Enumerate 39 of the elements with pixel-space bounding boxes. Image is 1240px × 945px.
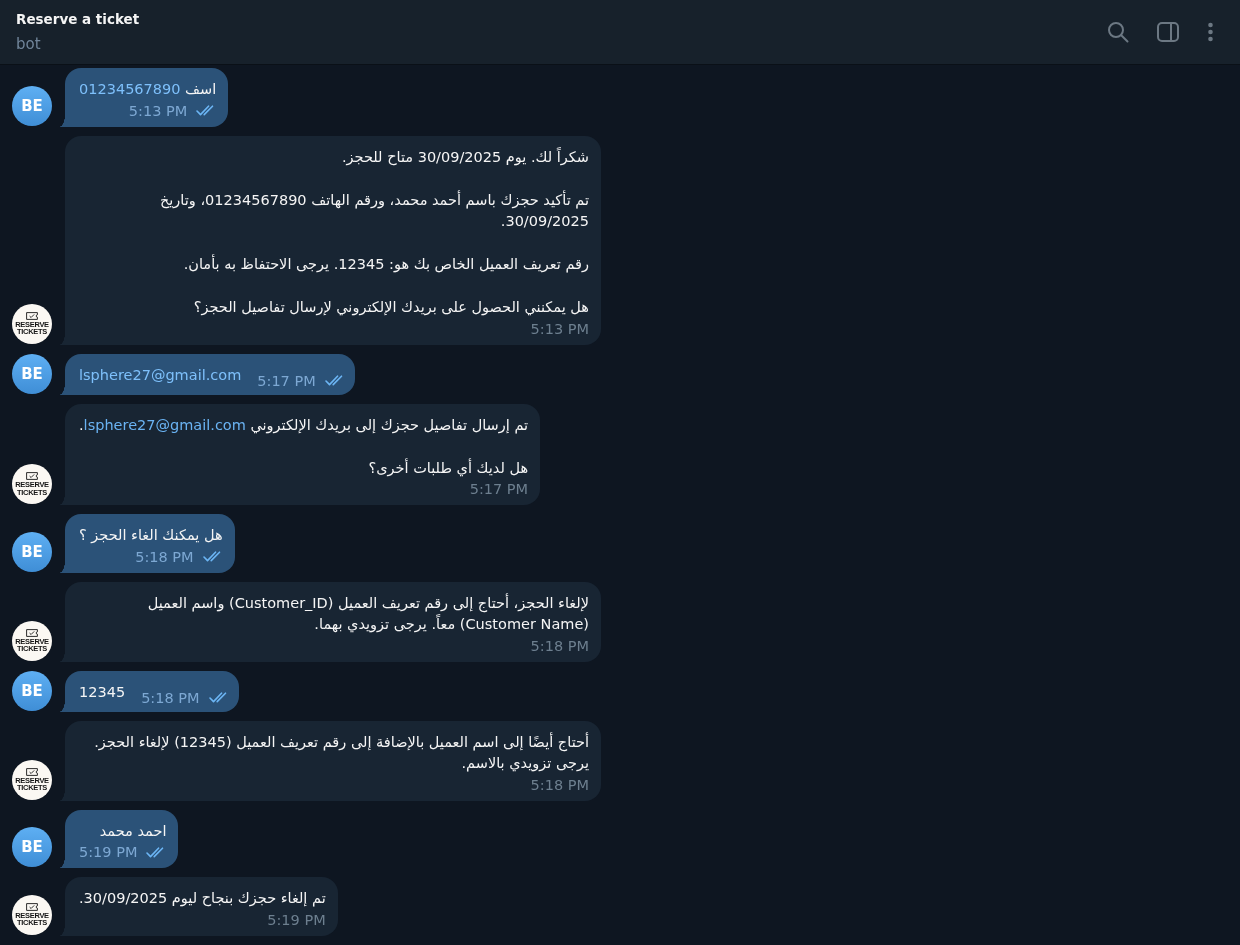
message-text: هل لديك أي طلبات أخرى؟ xyxy=(367,457,529,479)
message-link[interactable]: lsphere27@gmail.com xyxy=(79,367,242,383)
message-text: هل يمكنك الغاء الحجز ؟ xyxy=(79,526,223,546)
ticket-icon xyxy=(26,628,38,637)
user-avatar[interactable]: BE xyxy=(12,353,52,394)
chat-title: Reserve a ticket xyxy=(16,9,140,28)
user-avatar[interactable]: BE xyxy=(12,85,52,126)
user-avatar[interactable]: BE xyxy=(12,670,52,711)
message-time: 5:13 PM xyxy=(530,319,589,339)
message-time: 5:18 PM xyxy=(141,688,200,708)
message-time: 5:13 PM xyxy=(128,101,188,121)
message-time: 5:18 PM xyxy=(135,547,194,567)
message-text: 12345 xyxy=(79,683,126,702)
message-link[interactable]: 01234567890 xyxy=(79,81,181,97)
message-text: رقم تعريف العميل الخاص بك هو: 12345. يرجى الاحتفاظ به بأمان. xyxy=(182,254,589,275)
user-avatar[interactable]: BE xyxy=(12,827,52,867)
more-menu-icon[interactable] xyxy=(1207,22,1214,42)
message-time: 5:17 PM xyxy=(257,371,316,391)
user-avatar[interactable]: BE xyxy=(12,531,52,572)
message-time: 5:18 PM xyxy=(530,775,589,795)
message-text: شكراً لك. يوم 30/09/2025 متاح للحجز. xyxy=(340,146,589,168)
sidebar-panel-icon[interactable] xyxy=(1157,22,1179,42)
ticket-icon xyxy=(26,767,38,776)
message-time: 5:18 PM xyxy=(530,636,589,656)
chat-subtitle: bot xyxy=(16,33,42,54)
message-text: احمد محمد xyxy=(98,821,167,841)
message-text: لإلغاء الحجز، أحتاج إلى رقم تعريف العميل (Customer_ID) واسم العميل (Customer Name) معاً. يرجى تزويدي بهما. xyxy=(146,592,589,635)
ticket-icon xyxy=(26,472,38,480)
ticket-icon xyxy=(26,902,38,911)
message-text: تم تأكيد حجزك باسم أحمد محمد، ورقم الهاتف 01234567890، وتاريخ 30/09/2025. xyxy=(158,189,589,231)
message-time: 5:17 PM xyxy=(469,480,529,499)
search-icon[interactable] xyxy=(1107,21,1129,43)
message-text: أحتاج أيضًا إلى اسم العميل بالإضافة إلى رقم تعريف العميل (12345) لإلغاء الحجز. يرجى تزويدي بالاسم. xyxy=(93,731,589,774)
message-link[interactable]: lsphere27@gmail.com xyxy=(83,416,246,433)
message-time: 5:19 PM xyxy=(267,910,326,930)
message-text: هل يمكنني الحصول على بريدك الإلكتروني لإرسال تفاصيل الحجز؟ xyxy=(192,298,589,318)
message-time: 5:19 PM xyxy=(79,843,138,862)
message-text: تم إلغاء حجزك بنجاح ليوم 30/09/2025. xyxy=(79,889,326,909)
ticket-icon xyxy=(26,311,38,320)
